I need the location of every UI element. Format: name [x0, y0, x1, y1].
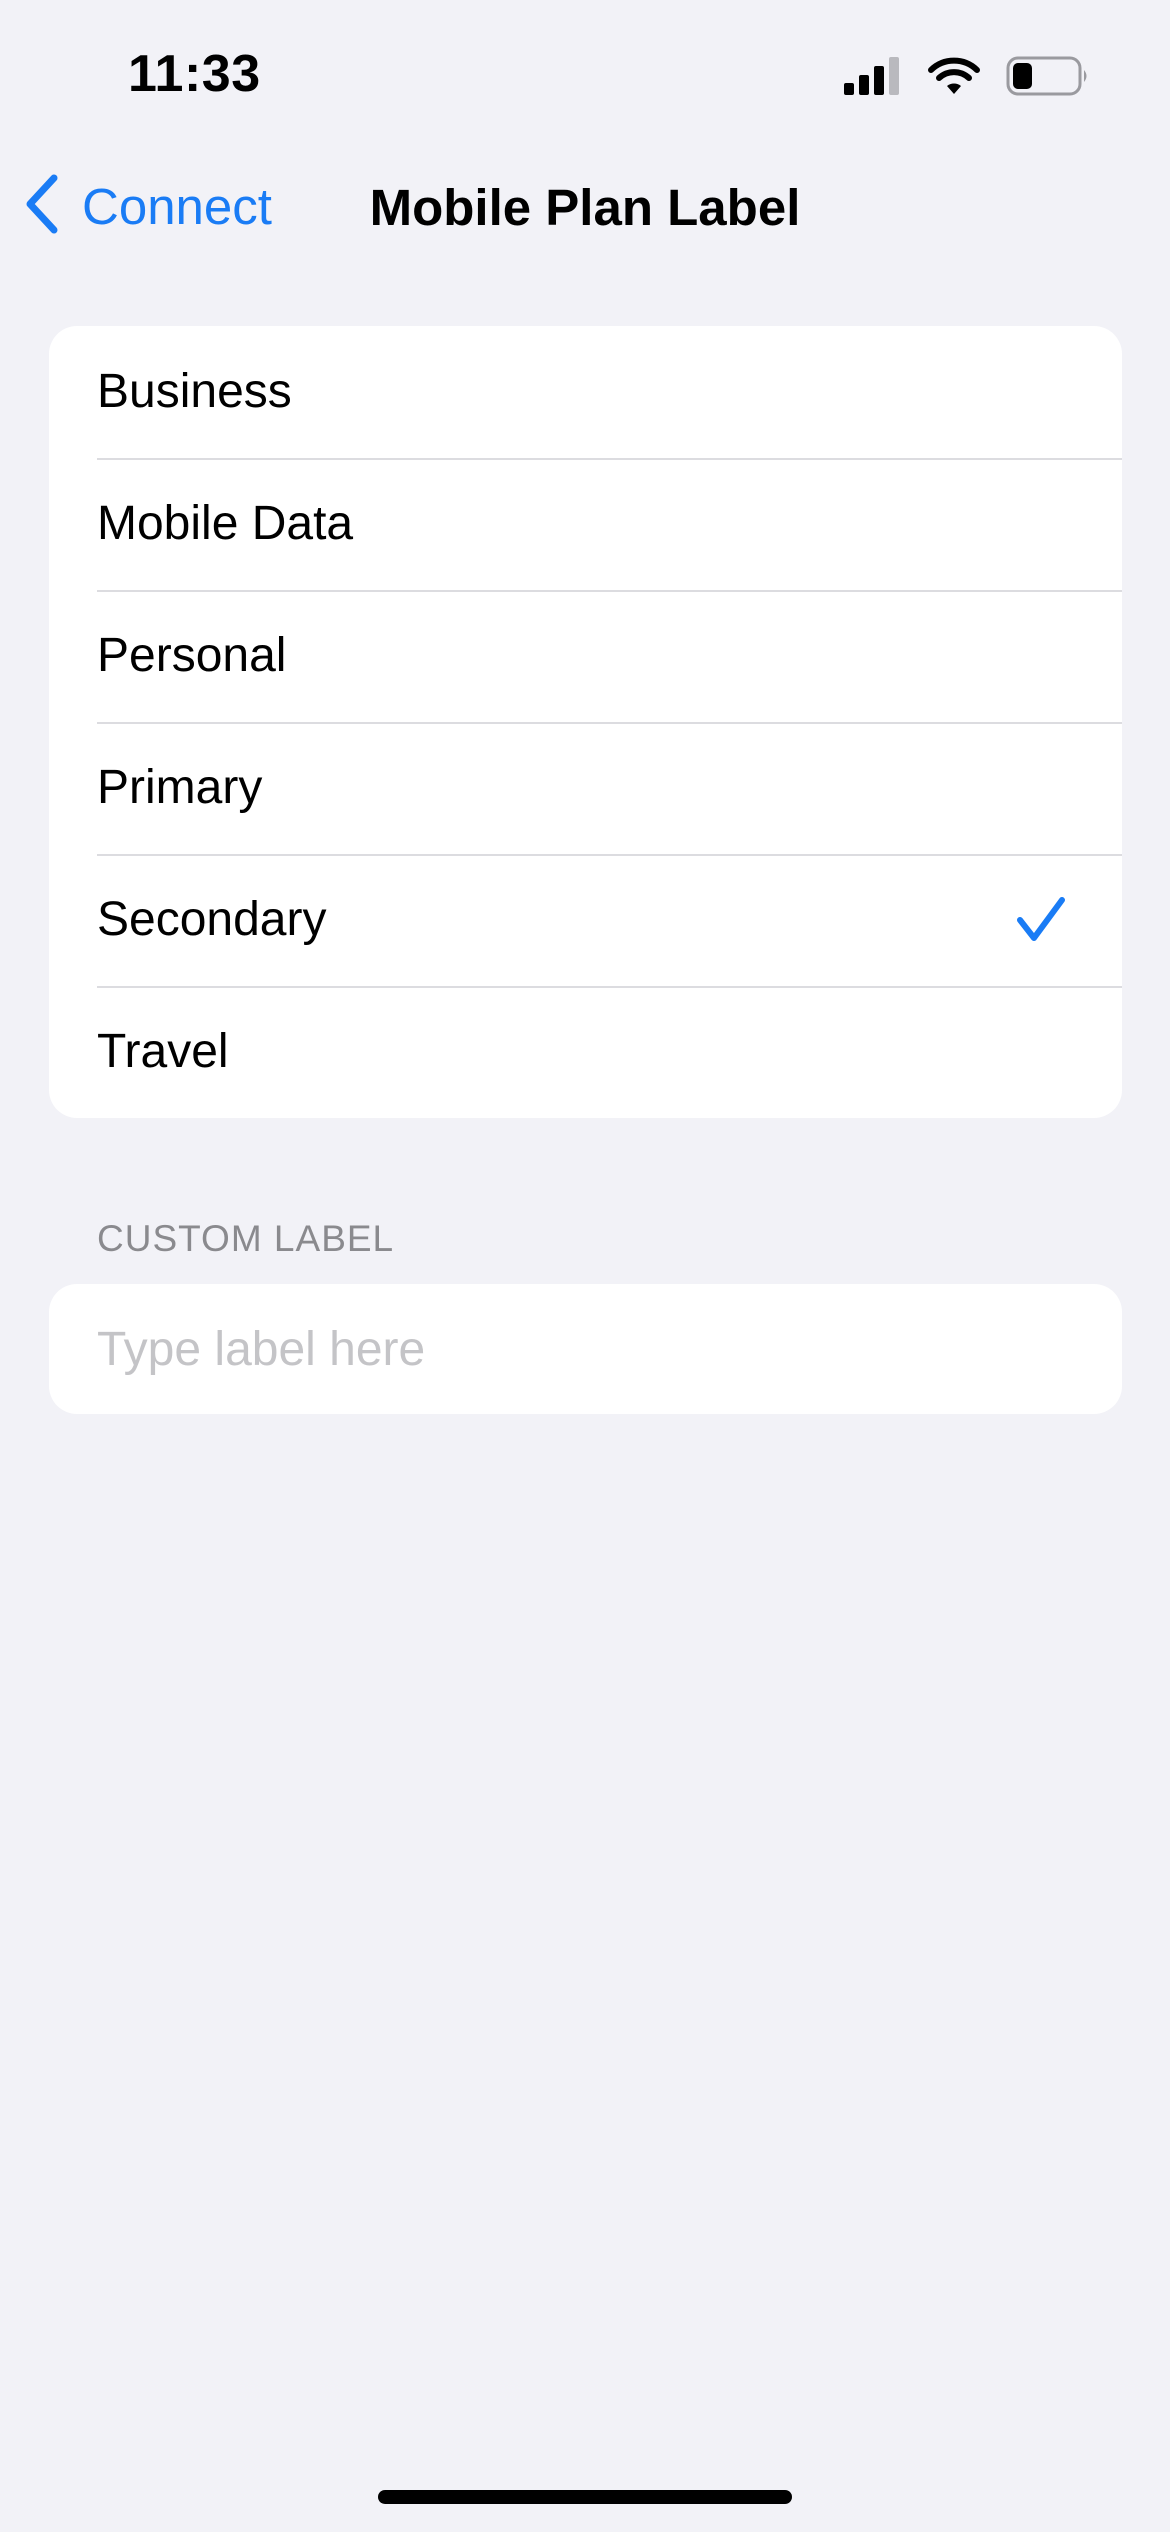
signal-icon [844, 57, 902, 100]
custom-label-card [49, 1284, 1122, 1414]
option-label: Mobile Data [97, 497, 354, 550]
option-business[interactable]: Business [49, 326, 1122, 458]
status-icons [844, 56, 1090, 101]
custom-label-header: CUSTOM LABEL [97, 1218, 395, 1259]
status-bar: 11:33 [0, 0, 1170, 150]
option-label: Business [97, 365, 292, 418]
back-label: Connect [82, 178, 272, 235]
checkmark-icon [1016, 896, 1066, 949]
wifi-icon [928, 57, 980, 100]
label-options-list: Business Mobile Data Personal Primary Se… [49, 326, 1122, 1118]
option-label: Travel [97, 1025, 229, 1078]
option-personal[interactable]: Personal [49, 590, 1122, 722]
option-travel[interactable]: Travel [49, 986, 1122, 1118]
chevron-left-icon [24, 174, 60, 239]
option-label: Personal [97, 629, 287, 682]
option-secondary[interactable]: Secondary [49, 854, 1122, 986]
navigation-bar: Mobile Plan Label Connect [0, 160, 1170, 256]
option-label: Primary [97, 761, 263, 814]
option-mobile-data[interactable]: Mobile Data [49, 458, 1122, 590]
status-time: 11:33 [128, 45, 261, 103]
custom-label-input[interactable] [97, 1284, 1077, 1414]
option-label: Secondary [97, 893, 327, 946]
option-primary[interactable]: Primary [49, 722, 1122, 854]
back-button[interactable]: Connect [24, 174, 272, 239]
battery-icon [1006, 56, 1090, 101]
home-indicator[interactable] [378, 2490, 792, 2504]
